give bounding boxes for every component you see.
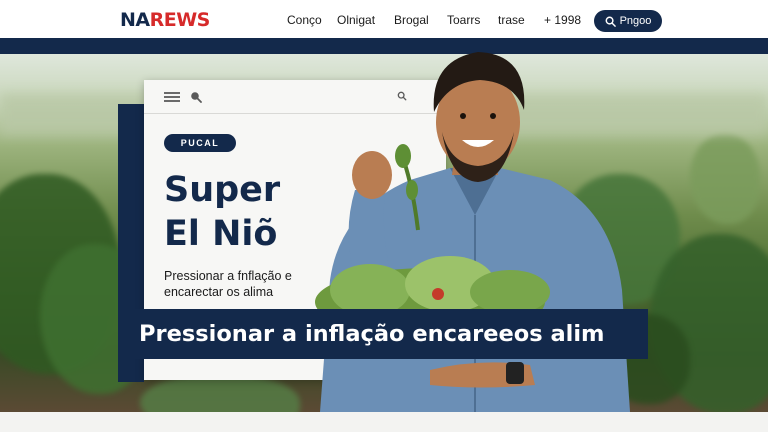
search-icon[interactable] xyxy=(190,91,202,103)
top-navigation-bar: NAREWS Conço Olnigat Brogal Toarrs trase… xyxy=(0,0,768,40)
category-badge[interactable]: PUCAL xyxy=(164,134,236,152)
nav-item-conco[interactable]: Conço xyxy=(287,13,322,27)
headline-banner[interactable]: Pressionar a inflação encareeos alim xyxy=(128,309,648,359)
logo-text-accent: REWS xyxy=(149,9,211,31)
nav-item-trase[interactable]: trase xyxy=(498,13,525,27)
site-logo[interactable]: NAREWS xyxy=(120,9,210,31)
search-icon xyxy=(605,16,616,27)
logo-text-main: NA xyxy=(120,9,150,31)
card-subtitle: Pressionar a fnflação e encarectar os al… xyxy=(164,269,292,299)
nav-item-1998[interactable]: + 1998 xyxy=(544,13,581,27)
nav-item-olnigat[interactable]: Olnigat xyxy=(337,13,375,27)
menu-icon[interactable] xyxy=(164,92,180,102)
nav-item-brogal[interactable]: Brogal xyxy=(394,13,429,27)
nav-item-toarrs[interactable]: Toarrs xyxy=(447,13,480,27)
search-button-label: Pngoo xyxy=(619,15,652,27)
search-button[interactable]: Pngoo xyxy=(594,10,662,32)
page-bottom-strip xyxy=(0,412,768,432)
